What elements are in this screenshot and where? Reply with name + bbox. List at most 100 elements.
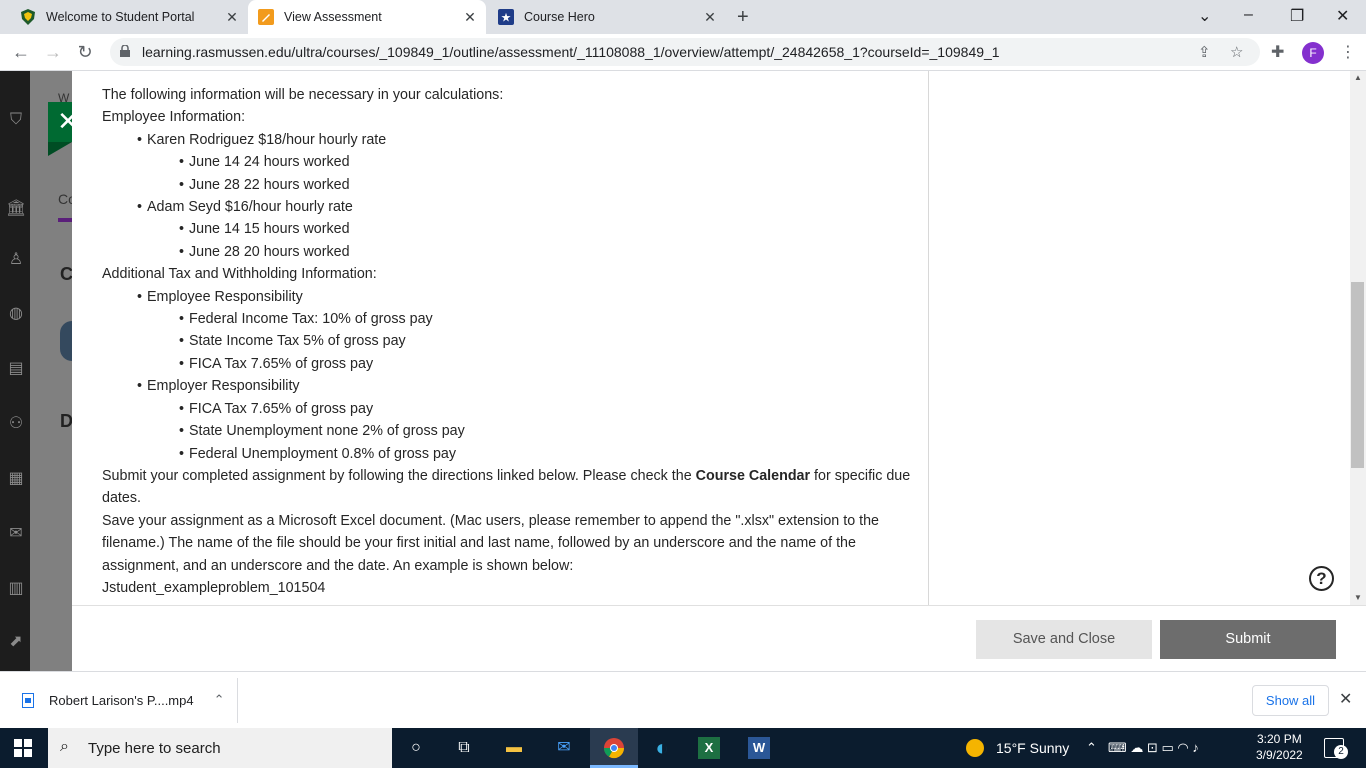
sun-icon <box>966 739 984 757</box>
help-icon[interactable]: ? <box>1309 566 1334 591</box>
browser-tab-strip: Welcome to Student Portal ✕ View Assessm… <box>0 0 1366 34</box>
course-calendar-emphasis: Course Calendar <box>695 467 811 484</box>
profile-avatar[interactable]: F <box>1302 42 1324 64</box>
window-close-icon[interactable]: ✕ <box>1336 6 1349 26</box>
task-view-icon[interactable]: ⧉ <box>452 736 476 760</box>
list-item: • FICA Tax 7.65% of gross pay <box>179 355 374 372</box>
mail-app-icon[interactable]: ✉ <box>552 736 576 760</box>
institution-icon: 🏛 <box>6 200 27 217</box>
list-item-text: State Income Tax 5% of gross pay <box>189 333 406 350</box>
shield-icon <box>20 9 36 25</box>
list-item: • June 14 15 hours worked <box>179 221 350 238</box>
paragraph: The following information will be necess… <box>102 87 504 103</box>
divider <box>237 678 238 723</box>
institution-logo-icon: ⛉ <box>9 111 22 128</box>
paragraph: Employee Information: <box>102 109 246 126</box>
list-item: • FICA Tax 7.65% of gross pay <box>179 400 374 417</box>
list-item-text: FICA Tax 7.65% of gross pay <box>189 400 374 417</box>
list-item: • June 14 24 hours worked <box>179 154 350 171</box>
list-item-text: June 28 20 hours worked <box>189 243 350 260</box>
show-all-button[interactable]: Show all <box>1252 685 1329 716</box>
kebab-menu-icon[interactable]: ⋮ <box>1340 42 1356 62</box>
tab-student-portal[interactable]: Welcome to Student Portal ✕ <box>8 0 248 34</box>
search-placeholder: Type here to search <box>88 739 221 757</box>
tab-course-hero[interactable]: ★ Course Hero ✕ <box>486 0 726 34</box>
new-tab-icon[interactable]: + <box>737 6 749 29</box>
share-icon[interactable]: ⇪ <box>1198 43 1211 61</box>
forward-icon[interactable]: → <box>42 42 64 63</box>
svg-text:★: ★ <box>501 11 512 25</box>
restore-icon[interactable]: ❐ <box>1290 6 1304 26</box>
user-icon: ♙ <box>8 251 24 268</box>
list-item-text: Karen Rodriguez $18/hour hourly rate <box>147 131 387 148</box>
list-item: • Karen Rodriguez $18/hour hourly rate <box>137 131 387 148</box>
tab-view-assessment[interactable]: View Assessment ✕ <box>248 0 486 34</box>
taskbar-search-input[interactable]: ⌕ Type here to search <box>48 728 392 768</box>
chrome-taskbar-button[interactable] <box>590 728 638 768</box>
list-item: • State Unemployment none 2% of gross pay <box>179 423 465 440</box>
browser-toolbar: ← → ↻ learning.rasmussen.edu/ultra/cours… <box>0 34 1366 71</box>
date: 3/9/2022 <box>1256 748 1303 762</box>
list-item-text: June 14 15 hours worked <box>189 221 350 238</box>
calendar-icon: ▦ <box>8 470 24 487</box>
close-tab-icon[interactable]: ✕ <box>462 9 478 25</box>
list-item: • Adam Seyd $16/hour hourly rate <box>137 199 353 216</box>
chevron-up-icon[interactable]: ⌃ <box>1086 740 1097 756</box>
notification-count: 2 <box>1334 745 1348 759</box>
list-item: • State Income Tax 5% of gross pay <box>179 333 406 350</box>
scroll-up-icon[interactable]: ▲ <box>1354 73 1362 82</box>
minimize-icon[interactable]: – <box>1244 6 1253 24</box>
list-item-text: June 28 22 hours worked <box>189 176 350 193</box>
extensions-icon[interactable]: ✚ <box>1271 42 1284 62</box>
list-item-text: Employee Responsibility <box>147 288 303 305</box>
submit-button[interactable]: Submit <box>1160 620 1336 659</box>
bookmark-star-icon[interactable]: ☆ <box>1230 43 1243 61</box>
excel-icon[interactable]: X <box>698 737 720 759</box>
chrome-icon <box>603 738 625 759</box>
list-item-text: FICA Tax 7.65% of gross pay <box>189 355 374 372</box>
clock[interactable]: 3:20 PM 3/9/2022 <box>1256 731 1303 763</box>
windows-start-icon[interactable] <box>14 739 32 757</box>
windows-taskbar: ⌕ Type here to search ○ ⧉ ▬ ✉ ◐ X W 15°F… <box>0 728 1366 768</box>
download-bar: Robert Larison's P....mp4 ⌃ Show all ✕ <box>0 671 1366 728</box>
word-icon[interactable]: W <box>748 737 770 759</box>
paragraph: Jstudent_exampleproblem_101504 <box>102 579 326 596</box>
file-explorer-icon[interactable]: ▬ <box>502 736 526 760</box>
cortana-icon[interactable]: ○ <box>404 736 428 760</box>
weather-text[interactable]: 15°F Sunny <box>996 740 1069 756</box>
courses-icon: ▤ <box>8 360 24 377</box>
pencil-icon <box>258 9 274 25</box>
list-item-text: June 14 24 hours worked <box>189 154 350 171</box>
lock-icon <box>120 45 130 57</box>
list-item-text: Employer Responsibility <box>147 378 300 395</box>
list-item-text: Federal Income Tax: 10% of gross pay <box>189 311 433 328</box>
list-item-text: Adam Seyd $16/hour hourly rate <box>147 199 353 216</box>
tab-title: Welcome to Student Portal <box>46 10 195 24</box>
list-item: • Employer Responsibility <box>137 378 300 395</box>
close-panel-flag <box>48 142 72 156</box>
reload-icon[interactable]: ↻ <box>74 42 96 63</box>
chevron-up-icon[interactable]: ⌃ <box>214 692 225 708</box>
edge-icon[interactable]: ◐ <box>650 736 674 760</box>
chevron-down-icon[interactable]: ⌄ <box>1198 6 1211 26</box>
list-item: • Employee Responsibility <box>137 288 303 305</box>
assessment-instructions: The following information will be necess… <box>72 71 928 605</box>
list-item-text: State Unemployment none 2% of gross pay <box>189 423 465 440</box>
scroll-down-icon[interactable]: ▼ <box>1354 593 1362 602</box>
tab-title: Course Hero <box>524 10 595 24</box>
download-item[interactable]: Robert Larison's P....mp4 ⌃ <box>22 692 225 708</box>
url-text: learning.rasmussen.edu/ultra/courses/_10… <box>142 44 1000 60</box>
close-download-bar-icon[interactable]: ✕ <box>1339 689 1352 709</box>
download-filename: Robert Larison's P....mp4 <box>49 692 194 708</box>
close-tab-icon[interactable]: ✕ <box>224 9 240 25</box>
list-item: • Federal Income Tax: 10% of gross pay <box>179 311 433 328</box>
system-tray-icons[interactable]: ⌨ ☁ ⊡ ▭ ◠ ♪ <box>1108 740 1199 756</box>
scrollbar-thumb[interactable] <box>1351 282 1364 468</box>
back-icon[interactable]: ← <box>10 42 32 63</box>
close-tab-icon[interactable]: ✕ <box>702 9 718 25</box>
tools-icon: ⬈ <box>9 633 23 650</box>
scrollbar[interactable]: ▲ ▼ <box>1350 71 1366 605</box>
address-bar[interactable]: learning.rasmussen.edu/ultra/courses/_10… <box>110 38 1260 66</box>
list-item: • June 28 20 hours worked <box>179 243 350 260</box>
save-and-close-button[interactable]: Save and Close <box>976 620 1152 659</box>
